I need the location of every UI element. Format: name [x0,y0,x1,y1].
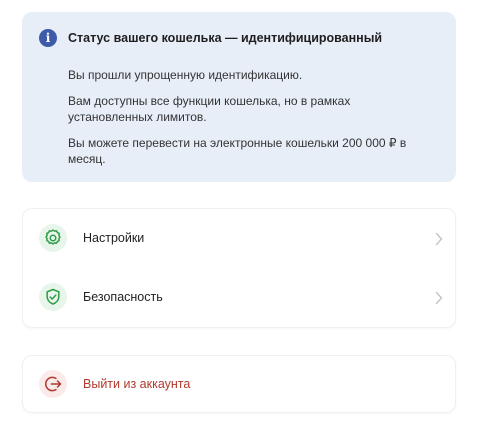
shield-check-icon [39,283,67,311]
chevron-right-icon [435,291,443,305]
security-menu-item[interactable]: Безопасность [23,269,455,327]
logout-label: Выйти из аккаунта [83,377,191,391]
info-icon: i [39,29,57,47]
wallet-settings-page: i Статус вашего кошелька — идентифициров… [0,0,479,430]
menu-card: Настройки Безопасность [22,208,456,328]
security-label: Безопасность [83,290,163,304]
wallet-status-card: i Статус вашего кошелька — идентифициров… [22,12,456,182]
logout-icon [39,370,67,398]
status-text-limits: Вам доступны все функции кошелька, но в … [68,94,351,124]
status-text-transfer-limit: Вы можете перевести на электронные кошел… [68,136,407,166]
logout-button[interactable]: Выйти из аккаунта [22,355,456,413]
wallet-status-title: Статус вашего кошелька — идентифицирован… [68,31,383,45]
settings-label: Настройки [83,231,145,245]
chevron-right-icon [435,232,443,246]
status-text-identification: Вы прошли упрощенную идентификацию. [68,68,303,82]
gear-icon [39,224,67,252]
settings-menu-item[interactable]: Настройки [23,210,455,268]
